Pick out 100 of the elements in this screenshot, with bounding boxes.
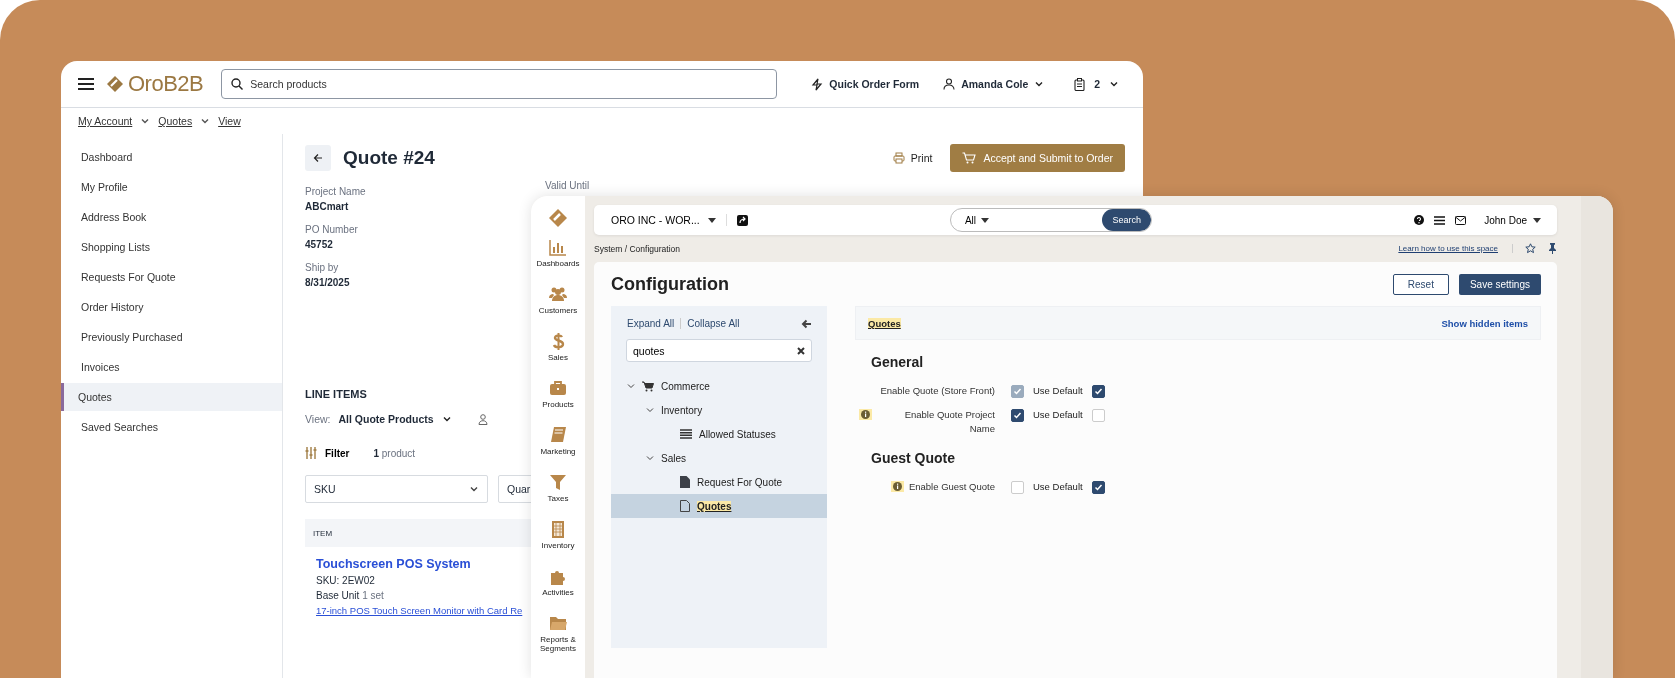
tree-item[interactable]: Sales xyxy=(611,446,827,470)
breadcrumb: System / Configuration xyxy=(594,243,680,254)
field-label: Ship by xyxy=(305,262,339,273)
info-icon[interactable] xyxy=(859,409,872,420)
chevron-icon xyxy=(1034,79,1045,89)
accept-submit-button[interactable]: Accept and Submit to Order xyxy=(950,144,1125,172)
tree-search-field[interactable]: quotes xyxy=(626,339,812,362)
checkbox[interactable] xyxy=(1091,481,1105,494)
logo-icon xyxy=(106,75,124,93)
expand-all-link[interactable]: Expand All xyxy=(627,318,682,329)
field-label: Valid Until xyxy=(545,180,590,192)
printer-icon xyxy=(892,152,905,164)
nav-item[interactable]: Marketing xyxy=(531,426,585,473)
product-count: 1 product xyxy=(373,447,416,459)
setting-label: Enable Quote (Store Front) xyxy=(880,384,995,398)
nav-item[interactable]: Customers xyxy=(531,285,585,332)
user-icon[interactable] xyxy=(477,413,488,425)
sidebar-item[interactable]: Invoices xyxy=(61,353,282,381)
share-icon[interactable] xyxy=(736,214,748,226)
filter-button[interactable]: Filter xyxy=(305,447,350,459)
search-button[interactable]: Search xyxy=(1102,209,1151,231)
menu-icon[interactable] xyxy=(78,78,94,90)
check-icon xyxy=(1093,483,1103,492)
menu-icon[interactable] xyxy=(1434,215,1446,225)
chevron-icon xyxy=(1109,79,1119,89)
logo-text: OroB2B xyxy=(128,71,204,97)
group-heading: Guest Quote xyxy=(871,450,956,466)
check-icon xyxy=(1093,387,1103,396)
sidebar-item[interactable]: My Profile xyxy=(61,173,282,201)
mail-icon[interactable] xyxy=(1455,215,1467,225)
user-menu[interactable]: John Doe xyxy=(1484,214,1541,226)
page-title: Quote #24 xyxy=(343,147,435,169)
caret-icon xyxy=(981,217,990,223)
save-settings-button[interactable]: Save settings xyxy=(1458,273,1541,295)
breadcrumb-link[interactable]: My Account xyxy=(78,115,133,127)
back-button[interactable] xyxy=(305,145,331,171)
setting-label: Enable Quote Project Name xyxy=(903,408,995,436)
nav-item[interactable]: Reports & Segments xyxy=(531,614,585,661)
search-icon xyxy=(231,78,244,90)
sidebar-item[interactable]: Requests For Quote xyxy=(61,263,282,291)
tree-item[interactable]: Quotes xyxy=(611,494,827,518)
arrow-left-icon xyxy=(313,153,323,163)
nav-item[interactable]: Inventory xyxy=(531,520,585,567)
nav-item[interactable]: Products xyxy=(531,379,585,426)
sidebar-item[interactable]: Order History xyxy=(61,293,282,321)
nav-item[interactable]: Activities xyxy=(531,567,585,614)
collapse-all-link[interactable]: Collapse All xyxy=(687,318,740,329)
description-link[interactable]: 17-inch POS Touch Screen Monitor with Card Re xyxy=(316,603,523,618)
people-icon xyxy=(549,285,567,303)
setting-label: Enable Guest Quote xyxy=(908,480,995,494)
view-dropdown[interactable]: All Quote Products xyxy=(338,413,452,425)
use-default-label: Use Default xyxy=(1033,384,1083,398)
clear-icon[interactable] xyxy=(797,347,805,355)
sidebar-item[interactable]: Address Book xyxy=(61,203,282,231)
scope-dropdown[interactable]: All xyxy=(950,214,1004,226)
tree-item[interactable]: Allowed Statuses xyxy=(611,422,827,446)
tree-item[interactable]: Request For Quote xyxy=(611,470,827,494)
tree-item[interactable]: Inventory xyxy=(611,398,827,422)
nav-item[interactable]: Dashboards xyxy=(531,238,585,285)
info-icon[interactable] xyxy=(890,481,904,492)
search-field[interactable]: Search products xyxy=(221,69,778,99)
show-hidden-link[interactable]: Show hidden items xyxy=(1441,317,1528,329)
field-label: PO Number xyxy=(305,224,358,235)
sidebar-item[interactable]: Quotes xyxy=(61,383,282,411)
sku-select[interactable]: SKU xyxy=(305,475,488,503)
tree-item[interactable]: Commerce xyxy=(611,374,827,398)
organization-dropdown[interactable]: ORO INC - WOR... xyxy=(611,214,727,226)
cart-button[interactable]: 2 xyxy=(1074,77,1119,91)
section-title: Quotes xyxy=(868,317,901,329)
star-icon[interactable] xyxy=(1525,243,1536,254)
breadcrumb-link[interactable]: Quotes xyxy=(158,115,193,127)
column-header: ITEM xyxy=(313,528,333,538)
cart-icon xyxy=(642,380,654,392)
product-link[interactable]: Touchscreen POS System xyxy=(316,555,471,573)
sidebar-item[interactable]: Shopping Lists xyxy=(61,233,282,261)
view-label: View: xyxy=(305,413,331,425)
help-icon[interactable] xyxy=(1414,215,1425,225)
user-menu[interactable]: Amanda Cole xyxy=(943,78,1045,90)
breadcrumb-link[interactable]: View xyxy=(218,115,241,127)
unit-value: 1 set xyxy=(362,590,384,601)
help-link[interactable]: Learn how to use this space xyxy=(1398,244,1513,253)
chart-icon xyxy=(549,238,567,256)
reset-button[interactable]: Reset xyxy=(1392,273,1449,295)
field-value: 45752 xyxy=(305,239,333,250)
sidebar-item[interactable]: Dashboard xyxy=(61,143,282,171)
pin-icon[interactable] xyxy=(1548,243,1557,254)
chevron-icon xyxy=(441,414,452,424)
use-default-label: Use Default xyxy=(1033,408,1083,422)
checkbox[interactable] xyxy=(1011,409,1024,422)
caret-icon xyxy=(707,217,716,223)
group-heading: General xyxy=(871,354,925,370)
nav-item[interactable]: Sales xyxy=(531,332,585,379)
print-button[interactable]: Print xyxy=(886,151,939,165)
caret-icon xyxy=(1533,217,1541,223)
quick-order-button[interactable]: Quick Order Form xyxy=(811,77,920,91)
sidebar-item[interactable]: Saved Searches xyxy=(61,413,282,441)
nav-item[interactable]: Taxes xyxy=(531,473,585,520)
sidebar-item[interactable]: Previously Purchased xyxy=(61,323,282,351)
arrow-left-icon[interactable] xyxy=(801,318,812,329)
list-icon xyxy=(680,429,692,439)
